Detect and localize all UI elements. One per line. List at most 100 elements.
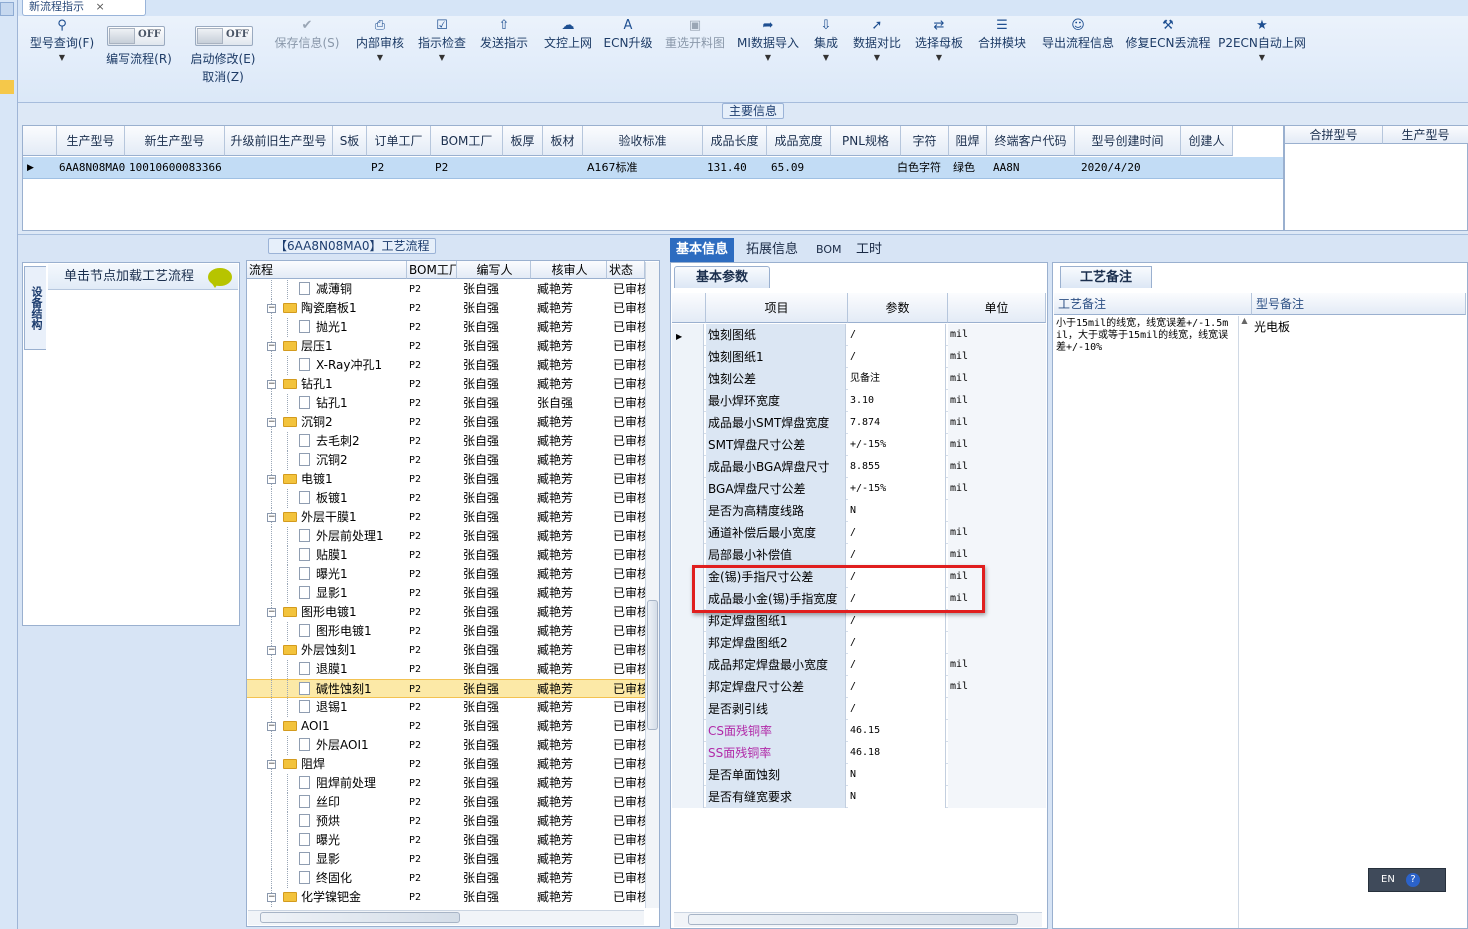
param-value[interactable]: / xyxy=(848,654,946,676)
col-header[interactable]: 字符 xyxy=(901,126,949,156)
list-item[interactable]: 贴膜1 P2 张自强 臧艳芳 已审核 xyxy=(247,546,645,565)
col-header[interactable]: BOM工厂 xyxy=(431,126,503,156)
model-query-button[interactable]: ⚲ 型号查询(F) ▼ xyxy=(26,18,98,98)
list-item[interactable]: − 钻孔1 P2 张自强 臧艳芳 已审核 xyxy=(247,375,645,394)
tab-bom[interactable]: BOM xyxy=(810,238,848,262)
list-item[interactable]: − 外层蚀刻1 P2 张自强 臧艳芳 已审核 xyxy=(247,641,645,660)
list-item[interactable]: − 电镀1 P2 张自强 臧艳芳 已审核 xyxy=(247,470,645,489)
list-item[interactable]: 丝印 P2 张自强 臧艳芳 已审核 xyxy=(247,793,645,812)
list-item[interactable]: − 外层干膜1 P2 张自强 臧艳芳 已审核 xyxy=(247,508,645,527)
note-scrollbar[interactable]: ▲ xyxy=(1238,316,1250,928)
process-note-text[interactable]: 小于15mil的线宽，线宽误差+/-1.5mil，大于或等于15mil的线宽，线… xyxy=(1056,318,1234,354)
param-value[interactable]: / xyxy=(848,324,946,346)
param-value[interactable]: N xyxy=(848,500,946,522)
close-icon[interactable]: × xyxy=(96,0,105,13)
ime-toolbar[interactable]: EN ? xyxy=(1368,868,1446,892)
param-value[interactable]: / xyxy=(848,676,946,698)
col-header[interactable]: 阻焊 xyxy=(949,126,987,156)
cell[interactable]: AA8N xyxy=(989,157,1075,179)
speech-bubble-icon[interactable] xyxy=(208,268,232,288)
model-note-text[interactable]: 光电板 xyxy=(1254,318,1454,335)
cell[interactable]: 2020/4/20 xyxy=(1075,157,1181,179)
merge-module-button[interactable]: ☰ 合拼模块 xyxy=(974,18,1030,98)
list-item[interactable]: 碱性蚀刻1 P2 张自强 臧艳芳 已审核 xyxy=(247,679,645,699)
flow-horizontal-scrollbar[interactable] xyxy=(248,910,644,925)
col-header[interactable]: 型号创建时间 xyxy=(1075,126,1181,156)
list-item[interactable]: 抛光1 P2 张自强 臧艳芳 已审核 xyxy=(247,318,645,337)
collapse-icon[interactable]: − xyxy=(267,893,276,902)
list-item[interactable]: 外层AOI1 P2 张自强 臧艳芳 已审核 xyxy=(247,736,645,755)
col-header[interactable]: 创建人 xyxy=(1181,126,1233,156)
col-header[interactable]: PNL规格 xyxy=(831,126,901,156)
param-value[interactable]: N xyxy=(848,786,946,808)
data-compare-button[interactable]: ➚ 数据对比 ▼ xyxy=(850,18,904,98)
param-row[interactable]: 蚀刻图纸1/mil xyxy=(672,346,1046,368)
scroll-thumb[interactable] xyxy=(260,912,460,923)
col-header[interactable]: 新生产型号 xyxy=(125,126,225,156)
cell[interactable]: P2 xyxy=(431,157,503,179)
reselect-cutting-button[interactable]: ▣ 重选开料图 xyxy=(660,18,730,98)
col-header[interactable]: 核审人 xyxy=(531,261,607,279)
param-value[interactable]: / xyxy=(848,610,946,632)
select-mother-board-button[interactable]: ⇄ 选择母板 ▼ xyxy=(912,18,966,98)
list-item[interactable]: 板镀1 P2 张自强 臧艳芳 已审核 xyxy=(247,489,645,508)
save-info-button[interactable]: ✔ 保存信息(S) xyxy=(270,18,344,98)
document-tab[interactable]: 新流程指示 × xyxy=(22,0,146,16)
param-value[interactable]: +/-15% xyxy=(848,434,946,456)
list-item[interactable]: − 陶瓷磨板1 P2 张自强 臧艳芳 已审核 xyxy=(247,299,645,318)
param-row[interactable]: 是否有缝宽要求 N xyxy=(672,786,1046,808)
col-header[interactable]: 参数 xyxy=(848,293,948,323)
list-item[interactable]: − AOI1 P2 张自强 臧艳芳 已审核 xyxy=(247,717,645,736)
col-header[interactable]: 单位 xyxy=(948,293,1046,323)
write-flow-toggle[interactable]: OFF xyxy=(107,26,165,46)
param-value[interactable]: 7.874 xyxy=(848,412,946,434)
col-header[interactable]: 成品长度 xyxy=(703,126,767,156)
cell[interactable]: 绿色 xyxy=(949,157,987,179)
col-header[interactable]: 订单工厂 xyxy=(367,126,431,156)
mi-import-button[interactable]: ➦ MI数据导入 ▼ xyxy=(734,18,802,98)
collapse-icon[interactable]: − xyxy=(267,304,276,313)
list-item[interactable]: 图形电镀1 P2 张自强 臧艳芳 已审核 xyxy=(247,622,645,641)
col-header[interactable]: 状态 xyxy=(607,261,645,279)
list-item[interactable]: − 层压1 P2 张自强 臧艳芳 已审核 xyxy=(247,337,645,356)
ecn-upgrade-button[interactable]: A ECN升级 xyxy=(602,18,654,98)
param-row[interactable]: 是否为高精度线路 N xyxy=(672,500,1046,522)
col-header[interactable]: 合拼型号 xyxy=(1285,126,1383,144)
list-item[interactable]: − 沉铜2 P2 张自强 臧艳芳 已审核 xyxy=(247,413,645,432)
param-row[interactable]: 是否剥引线 / xyxy=(672,698,1046,720)
col-header[interactable]: BOM工厂 xyxy=(407,261,457,279)
list-item[interactable]: 减薄铜 P2 张自强 臧艳芳 已审核 xyxy=(247,280,645,299)
param-row[interactable]: 邦定焊盘图纸1/ xyxy=(672,610,1046,632)
col-header[interactable]: 终端客户代码 xyxy=(987,126,1075,156)
start-edit-toggle[interactable]: OFF xyxy=(195,26,253,46)
equipment-structure-tab[interactable]: 设备结构 xyxy=(24,266,46,350)
flow-vertical-scrollbar[interactable] xyxy=(645,262,659,908)
scroll-thumb[interactable] xyxy=(688,914,1018,925)
integrate-button[interactable]: ⇩ 集成 ▼ xyxy=(808,18,844,98)
col-header[interactable]: 板厚 xyxy=(503,126,543,156)
help-icon[interactable]: ? xyxy=(1406,873,1420,887)
list-item[interactable]: 外层前处理1 P2 张自强 臧艳芳 已审核 xyxy=(247,527,645,546)
col-header[interactable]: 生产型号 xyxy=(1383,126,1468,144)
param-value[interactable]: +/-15% xyxy=(848,478,946,500)
list-item[interactable]: − 阻焊 P2 张自强 臧艳芳 已审核 xyxy=(247,755,645,774)
param-row[interactable]: 成品最小BGA焊盘尺寸 8.855 mil xyxy=(672,456,1046,478)
export-flow-button[interactable]: ☺ 导出流程信息 xyxy=(1038,18,1118,98)
cell[interactable]: P2 xyxy=(367,157,431,179)
cell[interactable]: 131.40 xyxy=(703,157,767,179)
cell[interactable]: 白色字符 xyxy=(893,157,949,179)
list-item[interactable]: 沉铜2 P2 张自强 臧艳芳 已审核 xyxy=(247,451,645,470)
list-item[interactable]: 终固化 P2 张自强 臧艳芳 已审核 xyxy=(247,869,645,888)
cancel-text[interactable]: 取消(Z) xyxy=(184,68,262,86)
param-row[interactable]: 邦定焊盘图纸2/ xyxy=(672,632,1046,654)
list-item[interactable]: 曝光1 P2 张自强 臧艳芳 已审核 xyxy=(247,565,645,584)
param-value[interactable]: / xyxy=(848,346,946,368)
tab-work-hours[interactable]: 工时 xyxy=(850,238,888,262)
param-row[interactable]: 最小焊环宽度 3.10 mil xyxy=(672,390,1046,412)
list-item[interactable]: 预烘 P2 张自强 臧艳芳 已审核 xyxy=(247,812,645,831)
col-header[interactable]: 成品宽度 xyxy=(767,126,831,156)
doc-control-online-button[interactable]: ☁ 文控上网 xyxy=(540,18,596,98)
col-header[interactable]: 生产型号 xyxy=(57,126,125,156)
param-row[interactable]: 成品邦定焊盘最小宽度 / mil xyxy=(672,654,1046,676)
col-header[interactable]: 型号备注 xyxy=(1252,293,1466,315)
